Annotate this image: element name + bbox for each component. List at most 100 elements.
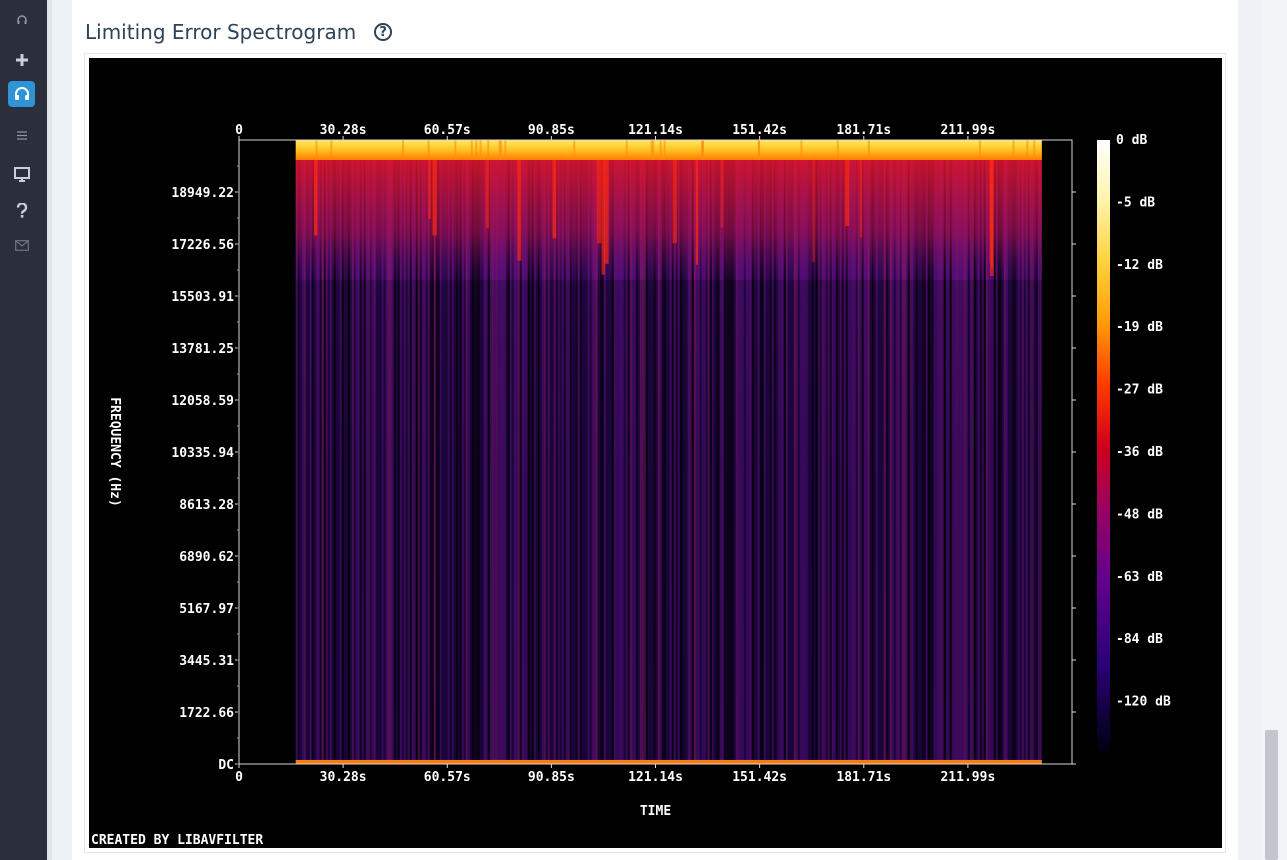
scrollbar-thumb[interactable] [1265, 730, 1278, 860]
sidebar-rail [47, 0, 52, 860]
hf-red-streak [314, 158, 318, 236]
spectrogram-image: 0 0 30.28s 30.28s 60.57s 60.57s 90.85s 90.85s 12… [89, 58, 1222, 848]
spectrogram-chart: 0 0 30.28s 30.28s 60.57s 60.57s 90.85s 90.85s 12… [91, 123, 1171, 848]
y-tick-label: 18949.22 [171, 186, 234, 201]
y-tick-label: 13781.25 [171, 342, 234, 357]
colorbar-label: 0 dB [1116, 133, 1147, 148]
band-flicker [800, 140, 803, 160]
band-flicker [573, 140, 576, 160]
hf-red-streak [432, 158, 437, 236]
y-tick-label: 1722.66 [179, 706, 234, 721]
x-tick-label-top: 181.71s [836, 123, 891, 138]
band-flicker [499, 140, 502, 160]
band-flicker [701, 140, 704, 160]
nav-headphones[interactable] [8, 81, 35, 107]
x-tick-label-bottom: 151.42s [732, 770, 787, 785]
y-tick-label: 5167.97 [179, 602, 234, 617]
hf-red-streak [859, 158, 863, 238]
x-tick-label-top: 121.14s [628, 123, 683, 138]
band-flicker [315, 140, 318, 160]
nav-list[interactable] [8, 122, 35, 148]
band-flicker [470, 140, 473, 160]
x-tick-label-bottom: 60.57s [424, 770, 471, 785]
nav-mail[interactable] [8, 232, 35, 258]
list-icon [16, 130, 27, 140]
colorbar-label: -120 dB [1116, 695, 1171, 710]
x-tick-label-bottom: 0 [235, 770, 243, 785]
headphones-small-icon [16, 15, 27, 25]
hf-red-streak [990, 158, 993, 268]
x-axis-title: TIME [640, 804, 671, 819]
band-flicker [757, 140, 760, 160]
hf-red-streak [672, 158, 677, 244]
y-tick-label: DC [218, 758, 234, 773]
band-flicker [867, 140, 870, 160]
top-yellow-band [295, 140, 1042, 160]
x-tick-label-bottom: 90.85s [528, 770, 575, 785]
mail-icon [14, 239, 29, 251]
x-tick-label-bottom: 211.99s [940, 770, 995, 785]
x-tick-label-top: 211.99s [940, 123, 995, 138]
band-flicker [475, 140, 478, 160]
spectral-streak [1041, 158, 1044, 760]
y-axis-title: FREQUENCY (Hz) [107, 397, 122, 507]
band-flicker [625, 140, 628, 160]
band-flicker [836, 140, 839, 160]
low-energy-shade [295, 280, 1042, 759]
monitor-icon [13, 166, 30, 182]
colorbar [1097, 140, 1110, 752]
x-tick-label-top: 30.28s [320, 123, 367, 138]
x-tick-label-top: 151.42s [732, 123, 787, 138]
colorbar-label: -63 dB [1116, 570, 1163, 585]
y-tick-label: 6890.62 [179, 550, 234, 565]
colorbar-label: -19 dB [1116, 320, 1163, 335]
x-tick-label-top: 60.57s [424, 123, 471, 138]
hf-red-streak [845, 158, 850, 227]
hf-red-streak [485, 158, 489, 229]
band-flicker [487, 140, 490, 160]
hf-red-streak [695, 158, 699, 265]
colorbar-label: -5 dB [1116, 195, 1155, 210]
nav-help[interactable] [8, 197, 35, 223]
sidebar [0, 0, 47, 860]
y-tick-label: 8613.28 [179, 498, 234, 513]
band-flicker [659, 140, 662, 160]
colorbar-label: -12 dB [1116, 258, 1163, 273]
nav-monitor[interactable] [8, 161, 35, 187]
nav-add[interactable] [8, 47, 35, 73]
hf-red-streak [601, 158, 606, 275]
x-tick-label-bottom: 121.14s [628, 770, 683, 785]
x-tick-label-bottom: 181.71s [836, 770, 891, 785]
hf-red-streak [812, 158, 815, 262]
band-flicker [1033, 140, 1036, 160]
band-flicker [1026, 140, 1029, 160]
band-flicker [504, 140, 507, 160]
y-tick-label: 12058.59 [171, 394, 234, 409]
band-flicker [663, 140, 666, 160]
credit-label: CREATED BY LIBAVFILTER [91, 833, 263, 848]
y-tick-label: 17226.56 [171, 238, 234, 253]
band-flicker [652, 140, 655, 160]
colorbar-label: -48 dB [1116, 507, 1163, 522]
band-flicker [479, 140, 482, 160]
y-tick-label: 3445.31 [179, 654, 234, 669]
colorbar-label: -36 dB [1116, 445, 1163, 460]
plus-icon [15, 53, 29, 67]
help-glyph: ? [379, 24, 387, 40]
band-flicker [1012, 140, 1015, 160]
band-flicker [402, 140, 405, 160]
y-tick-label: 15503.91 [171, 290, 234, 305]
hf-red-streak [596, 158, 602, 244]
band-flicker [427, 140, 430, 160]
hf-red-band [295, 158, 1042, 283]
nav-headphones-small[interactable] [8, 7, 35, 33]
help-icon[interactable]: ? [374, 23, 393, 41]
hf-red-streak [517, 158, 522, 261]
hf-red-streak [428, 158, 431, 219]
x-tick-label-top: 90.85s [528, 123, 575, 138]
band-flicker [330, 140, 333, 160]
x-tick-label-bottom: 30.28s [320, 770, 367, 785]
page-title: Limiting Error Spectrogram [85, 20, 357, 44]
dc-line [295, 760, 1042, 764]
headphones-icon [14, 86, 30, 102]
